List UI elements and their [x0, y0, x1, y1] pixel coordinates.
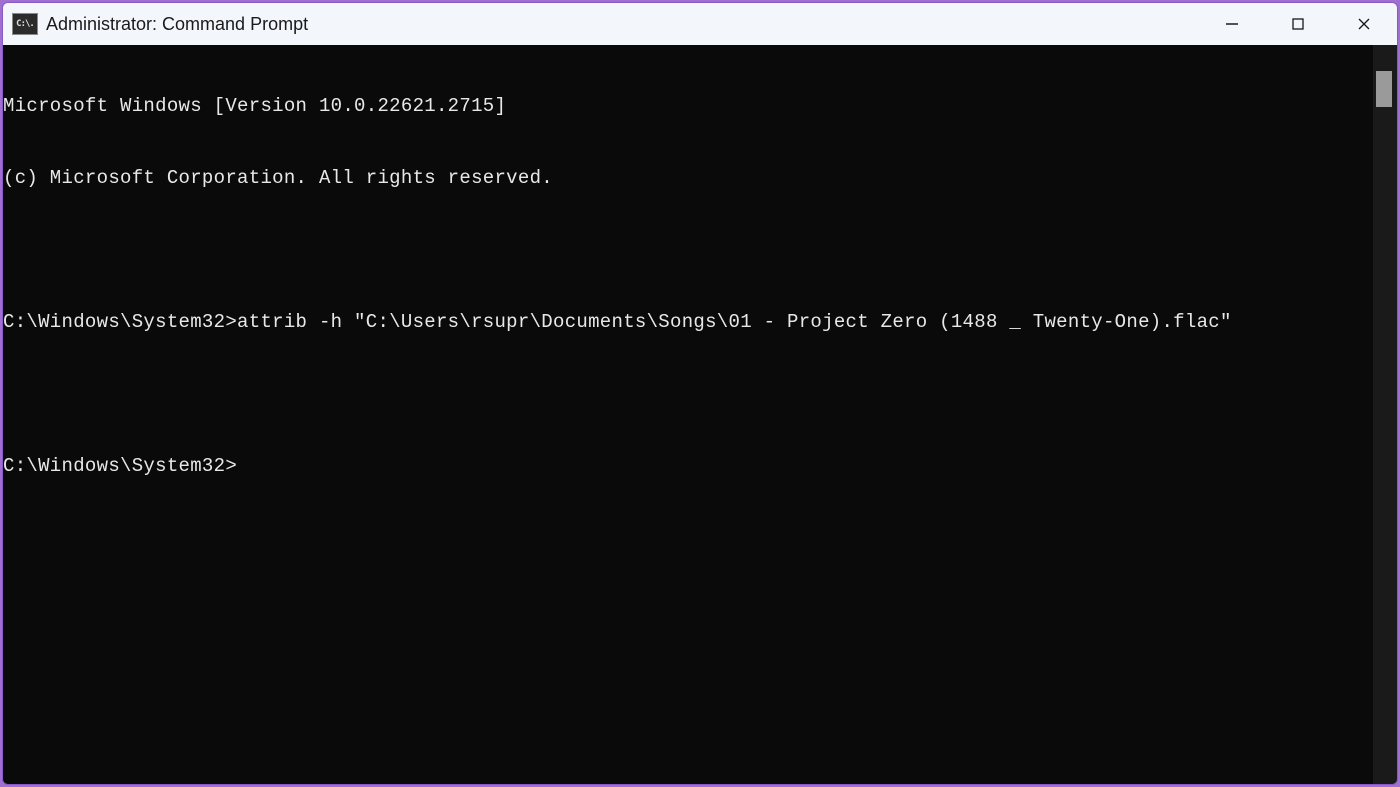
close-button[interactable] — [1331, 3, 1397, 45]
terminal-blank-line — [3, 382, 1373, 406]
terminal-prompt: C:\Windows\System32> — [3, 454, 1373, 478]
command-prompt-window: C:\. Administrator: Command Prompt — [2, 2, 1398, 785]
maximize-button[interactable] — [1265, 3, 1331, 45]
titlebar[interactable]: C:\. Administrator: Command Prompt — [3, 3, 1397, 45]
terminal-line: Microsoft Windows [Version 10.0.22621.27… — [3, 94, 1373, 118]
scrollbar-thumb[interactable] — [1376, 71, 1392, 107]
terminal-output[interactable]: Microsoft Windows [Version 10.0.22621.27… — [3, 45, 1373, 784]
terminal-area: Microsoft Windows [Version 10.0.22621.27… — [3, 45, 1397, 784]
close-icon — [1357, 17, 1371, 31]
minimize-button[interactable] — [1199, 3, 1265, 45]
terminal-blank-line — [3, 238, 1373, 262]
vertical-scrollbar[interactable] — [1373, 45, 1397, 784]
command-prompt-icon: C:\. — [12, 13, 38, 35]
window-controls — [1199, 3, 1397, 45]
window-title: Administrator: Command Prompt — [46, 14, 1199, 35]
maximize-icon — [1291, 17, 1305, 31]
terminal-line: C:\Windows\System32>attrib -h "C:\Users\… — [3, 310, 1373, 334]
terminal-line: (c) Microsoft Corporation. All rights re… — [3, 166, 1373, 190]
minimize-icon — [1225, 17, 1239, 31]
